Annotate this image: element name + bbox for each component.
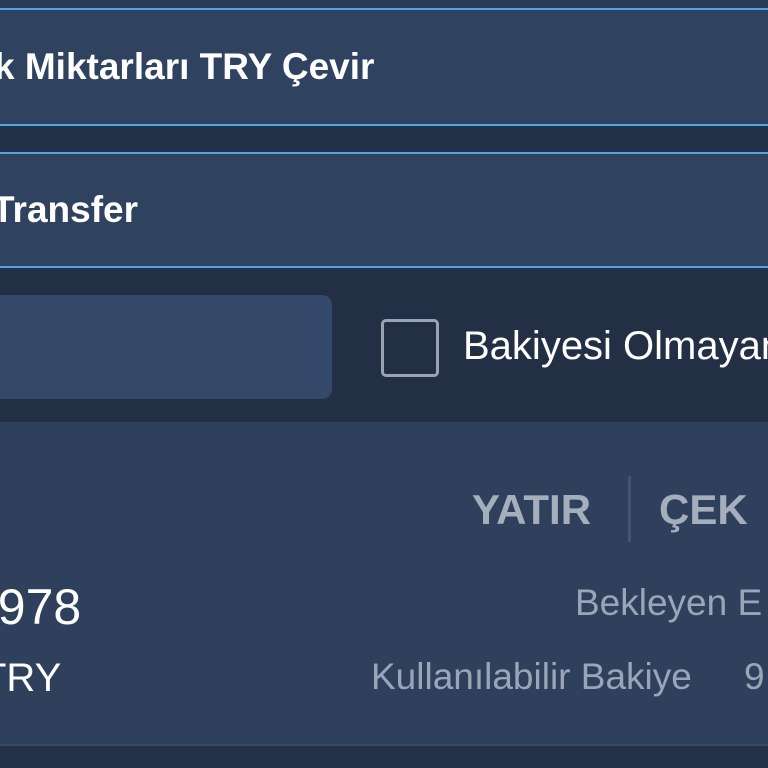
deposit-button[interactable]: YATIR <box>472 486 591 534</box>
convert-small-amounts-button[interactable]: Küçük Miktarları TRY Çevir <box>0 8 768 126</box>
convert-small-amounts-label: Küçük Miktarları TRY Çevir <box>0 46 375 87</box>
button-divider <box>628 476 631 542</box>
pending-balance-label: Bekleyen E <box>575 582 763 623</box>
hide-zero-balance-checkbox[interactable] <box>381 319 439 377</box>
available-balance-label: Kullanılabilir Bakiye <box>371 656 692 697</box>
top-strip <box>0 0 768 8</box>
next-card-edge <box>0 744 768 768</box>
account-number: 9978 <box>0 579 82 635</box>
currency-code: TRY <box>0 656 62 700</box>
wallet-screen: Küçük Miktarları TRY Çevir Transfer Baki… <box>0 0 768 768</box>
search-input[interactable] <box>0 295 332 399</box>
filter-row: Bakiyesi Olmayanları Gizle <box>0 268 768 422</box>
section-gap <box>0 126 768 152</box>
available-balance-value: 9 <box>744 656 765 697</box>
account-card: YATIR ÇEK 9978 TRY Bekleyen E Kullanılab… <box>0 422 768 744</box>
transfer-button[interactable]: Transfer <box>0 152 768 268</box>
transfer-label: Transfer <box>0 189 139 230</box>
hide-zero-balance-label[interactable]: Bakiyesi Olmayanları Gizle <box>463 324 768 369</box>
withdraw-button[interactable]: ÇEK <box>659 486 748 534</box>
